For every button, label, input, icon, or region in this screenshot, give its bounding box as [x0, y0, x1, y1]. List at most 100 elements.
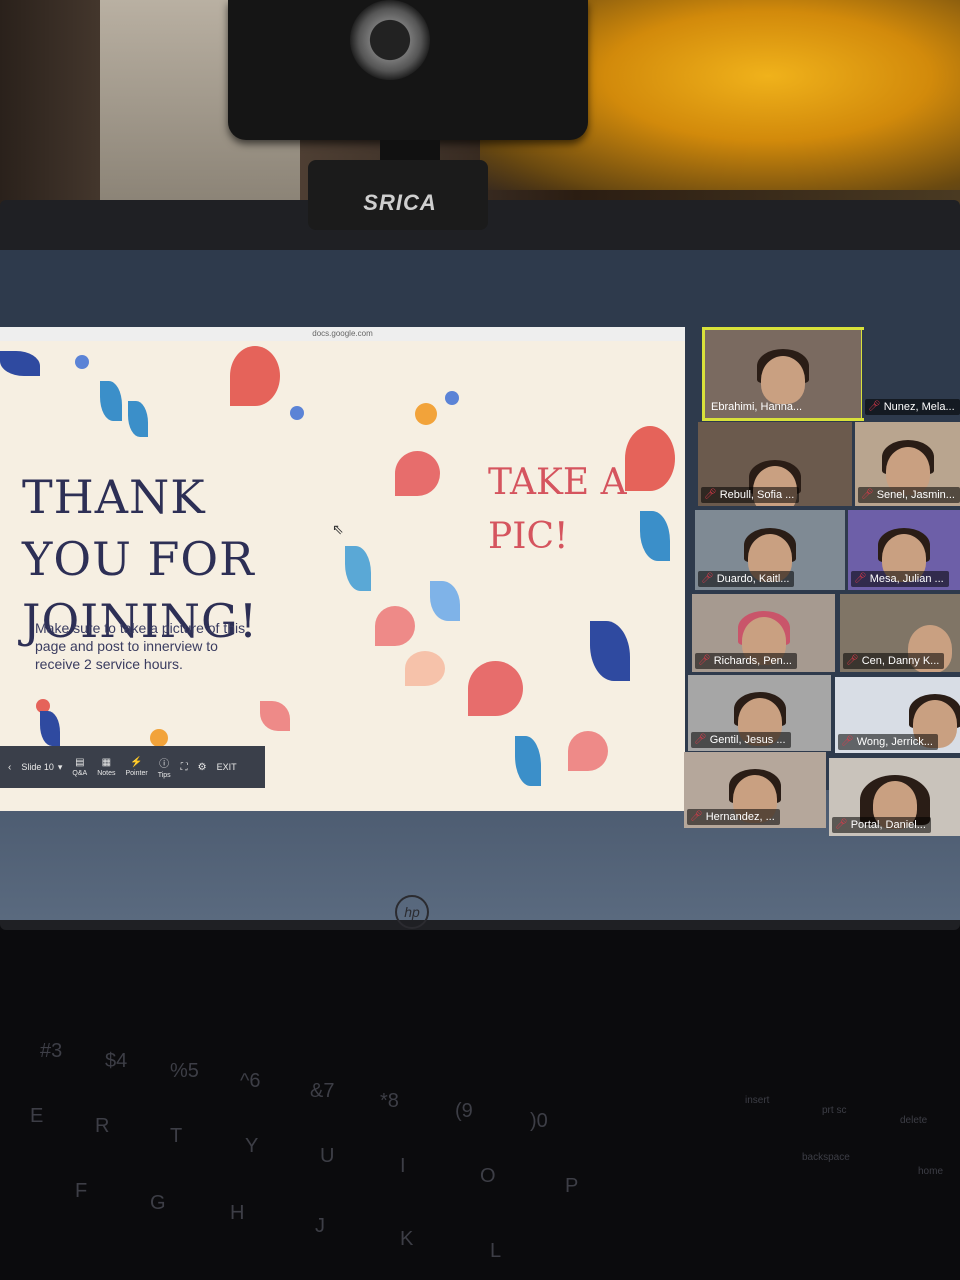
key: O [480, 1165, 496, 1187]
qa-button[interactable]: ▤ Q&A [72, 757, 87, 777]
participant-tile[interactable]: 🎤︎ Gentil, Jesus ... [688, 675, 831, 751]
notes-icon: ▦ [101, 757, 112, 768]
participant-name: Rebull, Sofia ... [719, 489, 795, 501]
flower-icon [568, 731, 608, 771]
leaf-icon [40, 711, 60, 746]
participant-name: Nunez, Mela... [883, 401, 955, 413]
fullscreen-icon[interactable]: ⛶ [181, 762, 188, 773]
flower-icon [395, 451, 440, 496]
slide-instructions: Make sure to take a picture of this page… [35, 620, 246, 672]
participant-tile[interactable]: 🎤︎ Portal, Daniel... [829, 758, 960, 836]
slide-title-line-1: THANK YOU FOR [22, 470, 255, 586]
presentation-slide: THANK YOU FOR JOINING! TAKE A PIC! Make … [0, 341, 685, 811]
participant-face [761, 356, 805, 405]
slide-selector[interactable]: Slide 10 ▾ [21, 762, 62, 773]
key: K [400, 1228, 414, 1250]
chevron-down-icon: ▾ [57, 761, 63, 772]
webcam-lens-icon [350, 0, 430, 80]
flower-icon [150, 729, 168, 747]
participant-name: Cen, Danny K... [861, 655, 940, 667]
participant-name: Wong, Jerrick... [856, 736, 933, 748]
key: P [565, 1175, 579, 1197]
notes-button[interactable]: ▦ Notes [97, 757, 115, 777]
participant-name: Duardo, Kaitl... [716, 573, 790, 585]
key: Y [245, 1135, 259, 1157]
key: H [230, 1202, 245, 1224]
leaf-icon [0, 351, 40, 376]
participant-tile[interactable]: 🎤︎ Rebull, Sofia ... [698, 422, 852, 506]
participant-tile[interactable]: 🎤︎ Wong, Jerrick... [835, 677, 960, 753]
participant-label: 🎤︎ Duardo, Kaitl... [698, 571, 795, 587]
leaf-icon [590, 621, 630, 681]
participant-name: Ebrahimi, Hanna... [711, 401, 803, 413]
participant-name: Hernandez, ... [705, 811, 775, 823]
browser-url[interactable]: docs.google.com [0, 327, 685, 341]
flower-icon [405, 651, 445, 686]
mouse-cursor-icon: ⇖ [332, 521, 344, 537]
qa-label: Q&A [72, 770, 88, 777]
mic-muted-icon: 🎤︎ [841, 736, 854, 747]
key: &7 [310, 1080, 335, 1102]
pointer-button[interactable]: ⚡ Pointer [126, 757, 148, 777]
take-pic-line-1: TAKE A [488, 462, 627, 503]
tips-icon: ⓘ [159, 759, 170, 770]
participant-label: 🎤︎ Cen, Danny K... [843, 653, 945, 669]
flower-icon [445, 391, 459, 405]
gear-icon[interactable]: ⚙ [198, 762, 207, 773]
participant-tile[interactable]: Ebrahimi, Hanna... [705, 330, 861, 418]
mic-muted-icon: 🎤︎ [835, 819, 848, 830]
participant-name: Richards, Pen... [713, 655, 792, 667]
flower-icon [415, 403, 437, 425]
key: insert [745, 1095, 770, 1106]
tips-button[interactable]: ⓘ Tips [158, 755, 171, 779]
mic-muted-icon: 🎤︎ [698, 655, 711, 666]
participant-name: Portal, Daniel... [850, 819, 926, 831]
exit-button[interactable]: EXIT [217, 762, 237, 772]
participant-tile[interactable]: 🎤︎ Cen, Danny K... [840, 594, 960, 672]
participant-tile[interactable]: 🎤︎ Mesa, Julian ... [848, 510, 960, 590]
hp-logo: hp [395, 895, 429, 929]
flower-icon [625, 426, 675, 491]
participant-label: 🎤︎ Portal, Daniel... [832, 817, 931, 833]
take-pic-line-2: PIC! [488, 516, 569, 557]
key: #3 [40, 1040, 63, 1062]
mic-muted-icon: 🎤︎ [854, 573, 867, 584]
participant-label: 🎤︎ Hernandez, ... [687, 809, 780, 825]
participant-tile[interactable]: 🎤︎ Nunez, Mela... [862, 330, 960, 418]
leaf-icon [128, 401, 148, 437]
key: G [150, 1192, 166, 1214]
participant-label: 🎤︎ Richards, Pen... [695, 653, 797, 669]
pointer-icon: ⚡ [130, 757, 143, 768]
key: %5 [170, 1060, 199, 1082]
take-pic-text: TAKE A PIC! [488, 456, 628, 564]
key: ^6 [240, 1070, 261, 1092]
participant-tile[interactable]: 🎤︎ Duardo, Kaitl... [695, 510, 845, 590]
mic-muted-icon: 🎤︎ [846, 655, 859, 666]
key: J [315, 1215, 325, 1237]
key: L [490, 1240, 502, 1262]
presenter-toolbar: ‹ Slide 10 ▾ ▤ Q&A ▦ Notes ⚡ Pointer ⓘ T… [0, 746, 265, 788]
flower-icon [468, 661, 523, 716]
prev-slide-button[interactable]: ‹ [8, 762, 11, 773]
key: U [320, 1145, 335, 1167]
participant-tile[interactable]: 🎤︎ Hernandez, ... [684, 752, 826, 828]
leaf-icon [100, 381, 122, 421]
flower-icon [290, 406, 304, 420]
participant-tile[interactable]: 🎤︎ Senel, Jasmin... [855, 422, 960, 506]
participant-tile[interactable]: 🎤︎ Richards, Pen... [692, 594, 835, 672]
key: delete [900, 1115, 928, 1126]
participant-name: Mesa, Julian ... [869, 573, 944, 585]
leaf-icon [430, 581, 460, 621]
mic-muted-icon: 🎤︎ [868, 401, 881, 412]
tips-label: Tips [157, 772, 171, 779]
slide-selector-label: Slide 10 [21, 762, 54, 772]
key: E [30, 1105, 44, 1127]
key: home [918, 1166, 944, 1177]
mic-muted-icon: 🎤︎ [694, 734, 707, 745]
participant-label: 🎤︎ Senel, Jasmin... [858, 487, 960, 503]
flower-icon [75, 355, 89, 369]
participant-label: 🎤︎ Wong, Jerrick... [838, 734, 938, 750]
key: (9 [455, 1100, 473, 1122]
participant-name: Senel, Jasmin... [876, 489, 955, 501]
laptop-keyboard: #3 $4 %5 ^6 &7 *8 (9 )0 E R T Y U I O P … [0, 930, 960, 1280]
